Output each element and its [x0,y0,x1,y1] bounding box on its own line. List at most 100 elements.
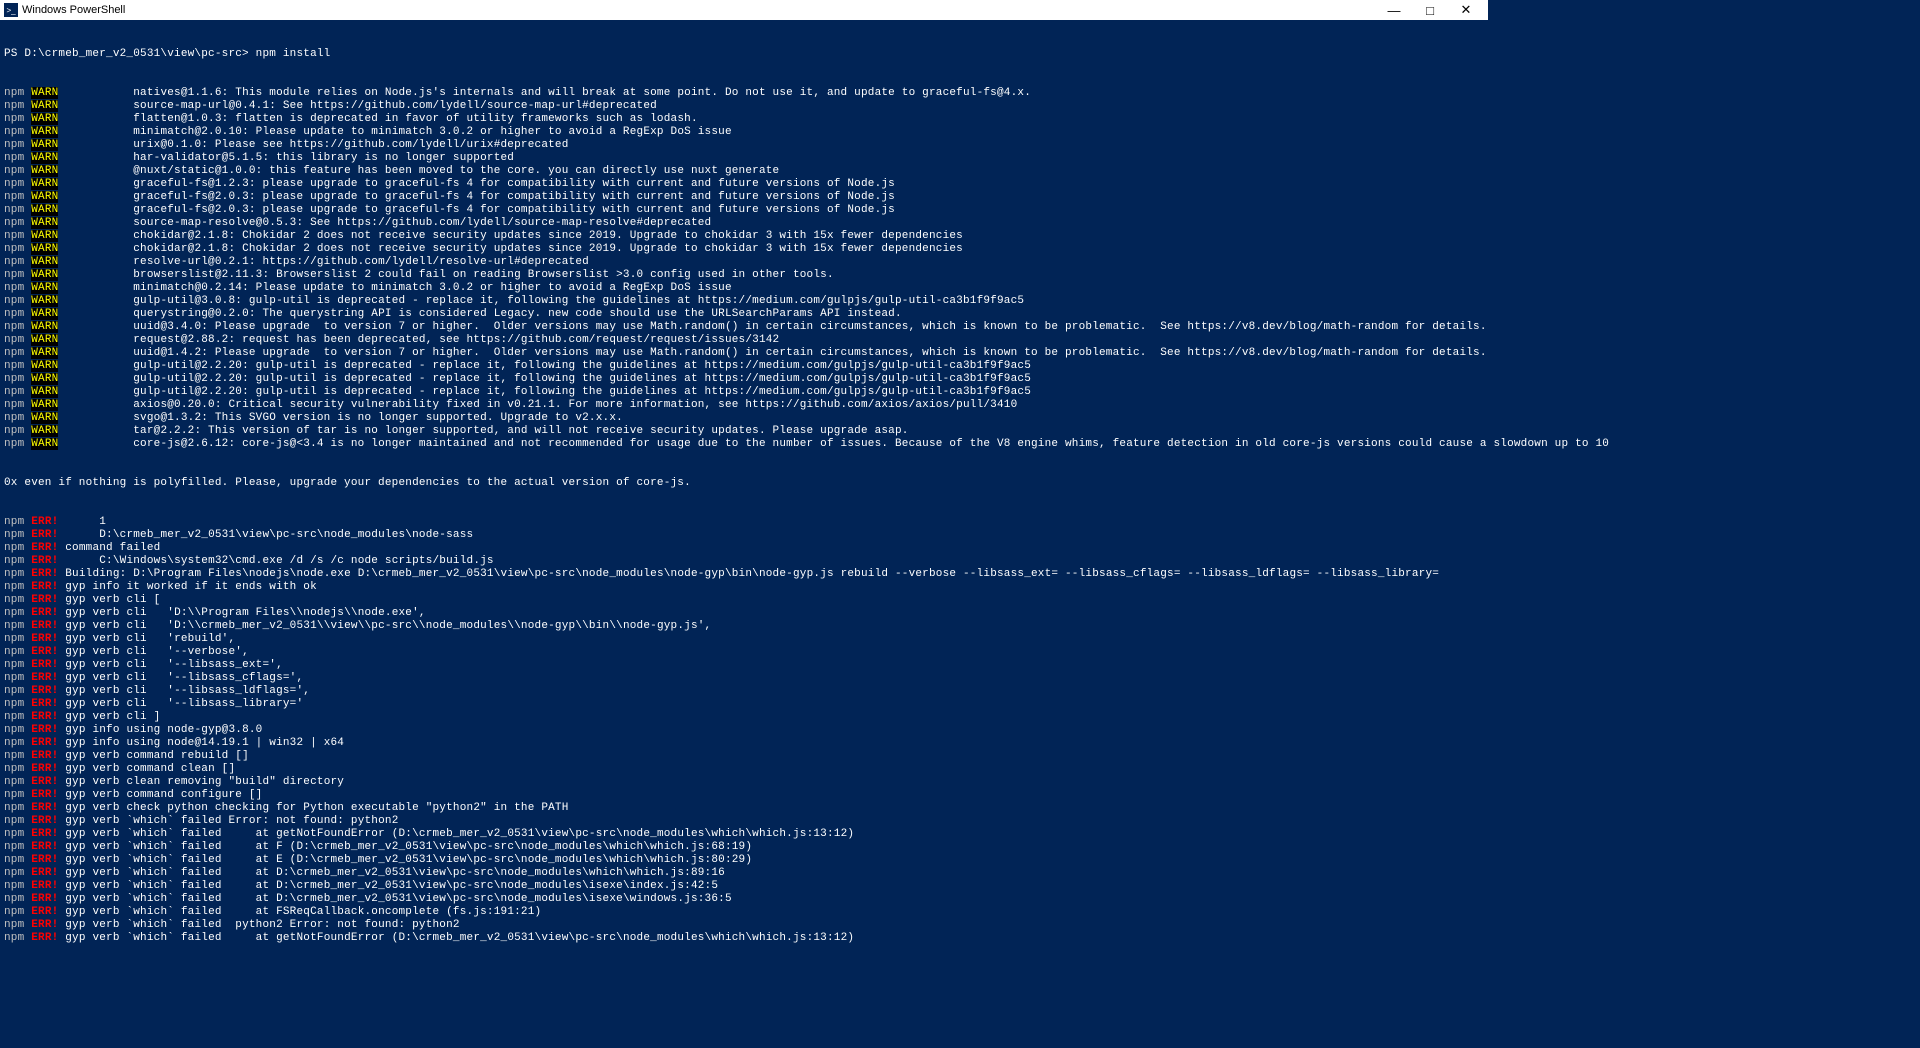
err-tag: ERR! [31,698,58,710]
npm-tag: npm [4,308,24,320]
npm-tag: npm [4,438,24,450]
npm-tag: npm [4,698,24,710]
npm-tag: npm [4,230,24,242]
warn-tag: WARN [31,230,58,242]
err-line: npm ERR! gyp verb command rebuild [] [4,750,1484,763]
warn-line: npm WARN axios@0.20.0: Critical security… [4,399,1484,412]
warn-message: gulp-util@2.2.20: gulp-util is deprecate… [133,386,1031,398]
err-message: gyp verb `which` failed at getNotFoundEr… [65,828,854,840]
err-line: npm ERR! gyp verb `which` failed at getN… [4,932,1484,945]
err-line: npm ERR! gyp verb check python checking … [4,802,1484,815]
warn-line: npm WARN minimatch@0.2.14: Please update… [4,282,1484,295]
warn-line: npm WARN chokidar@2.1.8: Chokidar 2 does… [4,230,1484,243]
err-tag: ERR! [31,581,58,593]
warn-line: npm WARN core-js@2.6.12: core-js@<3.4 is… [4,438,1484,451]
npm-tag: npm [4,204,24,216]
npm-tag: npm [4,217,24,229]
warn-tag: WARN [31,139,58,151]
err-message: gyp verb cli '--verbose', [65,646,249,658]
warn-message: browserslist@2.11.3: Browserslist 2 coul… [133,269,834,281]
err-tag: ERR! [31,594,58,606]
err-line: npm ERR! gyp verb `which` failed at FSRe… [4,906,1484,919]
warn-tag: WARN [31,269,58,281]
warn-message: uuid@3.4.0: Please upgrade to version 7 … [133,321,1486,333]
warn-line: npm WARN querystring@0.2.0: The querystr… [4,308,1484,321]
warn-line: npm WARN natives@1.1.6: This module reli… [4,87,1484,100]
err-message: gyp verb clean removing "build" director… [65,776,344,788]
warn-tag: WARN [31,399,58,411]
err-tag: ERR! [31,763,58,775]
npm-tag: npm [4,854,24,866]
err-tag: ERR! [31,828,58,840]
warn-message: source-map-url@0.4.1: See https://github… [133,100,657,112]
err-line: npm ERR! command failed [4,542,1484,555]
warn-tag: WARN [31,87,58,99]
err-line: npm ERR! gyp verb command clean [] [4,763,1484,776]
npm-tag: npm [4,932,24,944]
npm-tag: npm [4,425,24,437]
err-message: gyp verb `which` failed at D:\crmeb_mer_… [65,867,725,879]
err-line: npm ERR! gyp verb cli '--verbose', [4,646,1484,659]
err-message: gyp verb cli '--libsass_cflags=', [65,672,303,684]
warn-message: urix@0.1.0: Please see https://github.co… [133,139,568,151]
terminal-output[interactable]: PS D:\crmeb_mer_v2_0531\view\pc-src> npm… [0,20,1488,960]
minimize-button[interactable]: — [1376,3,1412,18]
warn-line: npm WARN request@2.88.2: request has bee… [4,334,1484,347]
warn-message: tar@2.2.2: This version of tar is no lon… [133,425,908,437]
err-line: npm ERR! gyp verb `which` failed at D:\c… [4,880,1484,893]
maximize-button[interactable]: □ [1412,3,1448,18]
window-title: Windows PowerShell [22,4,1376,16]
err-line: npm ERR! gyp info using node-gyp@3.8.0 [4,724,1484,737]
warn-message: graceful-fs@2.0.3: please upgrade to gra… [133,204,895,216]
npm-tag: npm [4,867,24,879]
npm-tag: npm [4,412,24,424]
err-tag: ERR! [31,607,58,619]
err-line: npm ERR! gyp info it worked if it ends w… [4,581,1484,594]
err-tag: ERR! [31,568,58,580]
close-button[interactable]: ✕ [1448,2,1484,18]
npm-tag: npm [4,165,24,177]
warn-line: npm WARN minimatch@2.0.10: Please update… [4,126,1484,139]
npm-tag: npm [4,802,24,814]
npm-tag: npm [4,113,24,125]
warn-tag: WARN [31,256,58,268]
npm-tag: npm [4,100,24,112]
err-tag: ERR! [31,685,58,697]
err-message: gyp verb cli 'D:\\Program Files\\nodejs\… [65,607,425,619]
err-message: Building: D:\Program Files\nodejs\node.e… [65,568,1439,580]
err-line: npm ERR! D:\crmeb_mer_v2_0531\view\pc-sr… [4,529,1484,542]
warn-tag: WARN [31,308,58,320]
err-message: gyp verb cli '--libsass_ldflags=', [65,685,310,697]
err-line: npm ERR! C:\Windows\system32\cmd.exe /d … [4,555,1484,568]
warn-message: minimatch@2.0.10: Please update to minim… [133,126,732,138]
err-tag: ERR! [31,750,58,762]
npm-tag: npm [4,581,24,593]
warn-message: flatten@1.0.3: flatten is deprecated in … [133,113,698,125]
npm-tag: npm [4,386,24,398]
warn-message: graceful-fs@1.2.3: please upgrade to gra… [133,178,895,190]
warn-line: npm WARN svgo@1.3.2: This SVGO version i… [4,412,1484,425]
warn-tag: WARN [31,295,58,307]
npm-tag: npm [4,646,24,658]
npm-tag: npm [4,815,24,827]
err-message: gyp verb cli '--libsass_library=' [65,698,303,710]
npm-tag: npm [4,594,24,606]
npm-tag: npm [4,607,24,619]
npm-tag: npm [4,906,24,918]
err-message: gyp verb `which` failed at D:\crmeb_mer_… [65,880,718,892]
err-message: gyp verb `which` failed python2 Error: n… [65,919,459,931]
err-line: npm ERR! gyp verb cli '--libsass_library… [4,698,1484,711]
err-tag: ERR! [31,919,58,931]
warn-message: request@2.88.2: request has been depreca… [133,334,779,346]
warn-tail-line: 0x even if nothing is polyfilled. Please… [4,477,1484,490]
npm-tag: npm [4,828,24,840]
npm-tag: npm [4,152,24,164]
warn-line: npm WARN uuid@3.4.0: Please upgrade to v… [4,321,1484,334]
warn-message: gulp-util@3.0.8: gulp-util is deprecated… [133,295,1024,307]
npm-tag: npm [4,841,24,853]
warn-tag: WARN [31,178,58,190]
npm-tag: npm [4,789,24,801]
warn-tag: WARN [31,321,58,333]
warn-tag: WARN [31,204,58,216]
npm-tag: npm [4,620,24,632]
